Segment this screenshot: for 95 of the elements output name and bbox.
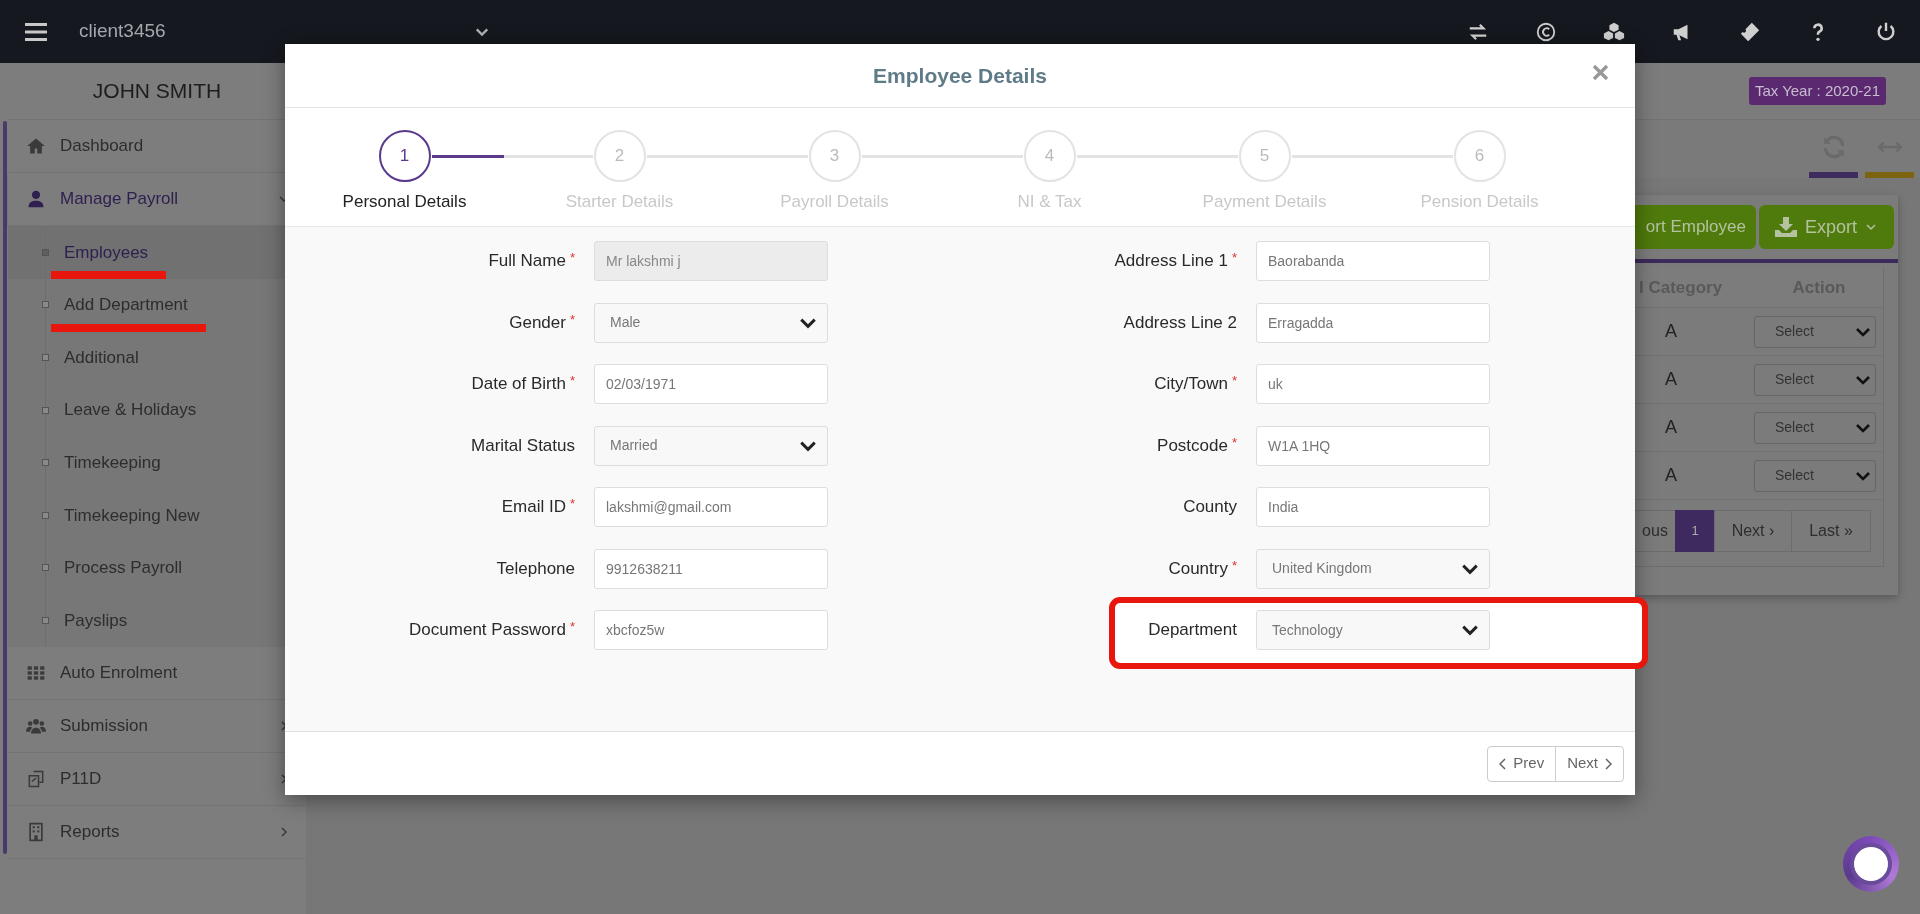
action-dropdown[interactable]: Select bbox=[1754, 363, 1876, 396]
dropdown[interactable]: Technology bbox=[1256, 610, 1490, 650]
tax-year-badge: Tax Year : 2020-21 bbox=[1748, 76, 1886, 106]
field-label: City/Town bbox=[1154, 373, 1228, 396]
field-label: Department bbox=[1148, 619, 1237, 642]
field-label: Date of Birth bbox=[471, 373, 566, 396]
bullet-icon bbox=[42, 459, 49, 467]
submenu-item[interactable]: Process Payroll bbox=[8, 541, 306, 595]
building-icon bbox=[26, 821, 46, 842]
action-dropdown[interactable]: Select bbox=[1754, 459, 1876, 492]
submenu-item[interactable]: Add Department bbox=[8, 278, 306, 332]
dialog-title: Employee Details bbox=[873, 62, 1047, 89]
step-circle[interactable]: 4 bbox=[1023, 130, 1076, 182]
text-field[interactable]: Mr lakshmi j bbox=[594, 241, 828, 281]
field-label: Country bbox=[1168, 557, 1228, 580]
page-link[interactable]: ous bbox=[1634, 510, 1676, 552]
text-field[interactable]: 02/03/1971 bbox=[594, 364, 828, 404]
home-icon bbox=[26, 136, 46, 156]
user-icon bbox=[26, 189, 46, 209]
required-mark: * bbox=[1231, 556, 1237, 575]
action-dropdown[interactable]: Select bbox=[1754, 411, 1876, 444]
cubes-icon bbox=[1603, 20, 1625, 43]
field-label: Address Line 2 bbox=[1123, 311, 1237, 334]
dropdown[interactable]: Married bbox=[594, 425, 828, 466]
table-cell-text: A bbox=[1664, 320, 1678, 343]
scrollbar[interactable] bbox=[3, 121, 7, 854]
submenu-item[interactable]: Timekeeping bbox=[8, 436, 306, 489]
text-field[interactable]: lakshmi@gmail.com bbox=[594, 487, 828, 527]
submenu-item[interactable]: Timekeeping New bbox=[8, 488, 306, 542]
table-cell-text: A bbox=[1664, 416, 1678, 439]
chat-button[interactable] bbox=[1843, 836, 1899, 892]
ticket-icon bbox=[1739, 20, 1761, 43]
step-circle[interactable]: 3 bbox=[808, 130, 861, 182]
bullet-icon bbox=[42, 616, 49, 624]
chevron-right-icon bbox=[1604, 757, 1612, 770]
field-label: Email ID bbox=[501, 496, 566, 519]
dropdown[interactable]: United Kingdom bbox=[1256, 548, 1490, 589]
required-mark: * bbox=[569, 618, 575, 637]
action-dropdown[interactable]: Select bbox=[1754, 315, 1876, 348]
submenu-item[interactable]: Additional bbox=[8, 331, 306, 384]
field-label: Document Password bbox=[409, 619, 566, 642]
menu-icon bbox=[25, 22, 47, 41]
copyright-icon bbox=[1535, 20, 1557, 43]
bullet-icon bbox=[42, 354, 49, 361]
account-dropdown[interactable]: client3456 bbox=[79, 17, 489, 46]
text-field[interactable]: 9912638211 bbox=[594, 548, 828, 589]
page-link[interactable]: 1 bbox=[1675, 510, 1715, 552]
download-icon bbox=[1775, 217, 1797, 237]
dropdown[interactable]: Male bbox=[594, 302, 828, 343]
chevron-down-icon bbox=[1865, 221, 1878, 233]
step-label: Personal Details bbox=[342, 191, 467, 213]
field-label: Postcode bbox=[1157, 434, 1228, 457]
step-circle[interactable]: 1 bbox=[378, 130, 431, 182]
text-field[interactable]: Erragadda bbox=[1256, 302, 1490, 343]
submenu-item[interactable]: Leave & Holidays bbox=[8, 383, 306, 437]
bullet-icon bbox=[42, 564, 49, 572]
required-mark: * bbox=[569, 372, 575, 391]
prev-button[interactable]: Prev bbox=[1487, 745, 1557, 782]
bullet-icon bbox=[42, 301, 49, 309]
step-circle[interactable]: 2 bbox=[593, 130, 646, 182]
required-mark: * bbox=[1231, 433, 1237, 452]
field-label: Telephone bbox=[496, 557, 575, 580]
field-label: County bbox=[1183, 496, 1237, 519]
submenu-item[interactable]: Payslips bbox=[8, 594, 306, 647]
text-field[interactable]: uk bbox=[1256, 364, 1490, 404]
bullet-icon bbox=[42, 248, 49, 256]
required-mark: * bbox=[1231, 249, 1237, 268]
text-field[interactable]: India bbox=[1256, 487, 1490, 527]
documents-icon bbox=[26, 768, 46, 789]
text-field[interactable]: xbcfoz5w bbox=[594, 610, 828, 650]
bullet-icon bbox=[42, 406, 49, 414]
table-cell-text: A bbox=[1664, 464, 1678, 487]
required-mark: * bbox=[569, 249, 575, 268]
export-button[interactable]: Export bbox=[1759, 205, 1894, 249]
required-mark: * bbox=[1231, 372, 1237, 391]
field-label: Full Name bbox=[488, 250, 566, 273]
field-label: Gender bbox=[509, 311, 566, 334]
close-icon bbox=[1592, 64, 1609, 82]
next-button[interactable]: Next bbox=[1555, 745, 1624, 782]
required-mark: * bbox=[569, 495, 575, 514]
bullet-icon bbox=[42, 511, 49, 519]
text-field[interactable]: W1A 1HQ bbox=[1256, 425, 1490, 466]
required-mark: * bbox=[569, 310, 575, 329]
table-cell-text: A bbox=[1664, 368, 1678, 391]
page-link[interactable]: Next › bbox=[1714, 510, 1792, 552]
sidebar-item[interactable]: Reports bbox=[8, 805, 306, 859]
page-link[interactable]: Last » bbox=[1791, 510, 1871, 552]
power-icon bbox=[1875, 20, 1897, 43]
step-circle[interactable]: 6 bbox=[1453, 130, 1506, 182]
text-field[interactable]: Baorabanda bbox=[1256, 241, 1490, 281]
chevron-left-icon bbox=[1499, 757, 1508, 770]
step-circle[interactable]: 5 bbox=[1238, 130, 1291, 182]
field-label: Marital Status bbox=[471, 434, 575, 457]
field-label: Address Line 1 bbox=[1114, 250, 1228, 273]
import-button[interactable]: ort Employee bbox=[1635, 205, 1756, 249]
